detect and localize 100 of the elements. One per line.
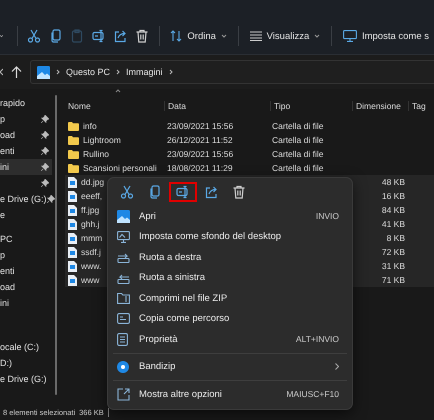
app-icon [117, 360, 129, 373]
scrollbar[interactable] [55, 95, 57, 395]
list-icon [250, 31, 262, 41]
chevron-down-icon [220, 34, 227, 38]
column-header[interactable]: Tipo [271, 101, 353, 111]
sidebar-item[interactable]: ocale (C:) [0, 339, 52, 355]
menu-item[interactable]: Ruota a destra [113, 247, 347, 268]
address-bar[interactable]: Questo PC Immagini [30, 60, 434, 84]
menu-item[interactable]: Comprimi nel file ZIP [113, 288, 347, 308]
sidebar-item[interactable]: oad [0, 279, 52, 295]
sidebar-item[interactable]: p [0, 247, 52, 263]
menu-item[interactable]: Ruota a sinistra [113, 268, 347, 288]
file-row[interactable]: Rullino 23/09/2021 15:56 Cartella di file [65, 147, 434, 161]
menu-item[interactable]: Apri INVIO [113, 206, 347, 226]
file-row[interactable]: Lightroom 26/12/2021 11:52 Cartella di file [65, 133, 434, 147]
shortcut-label: MAIUSC+F10 [286, 389, 339, 400]
breadcrumb[interactable]: Questo PC [66, 67, 110, 77]
sidebar-item[interactable]: ini [0, 295, 52, 311]
sidebar-item[interactable]: D:) [0, 355, 52, 371]
file-row[interactable]: Scansioni personali 18/08/2021 11:29 Cartella di file [65, 161, 434, 175]
sidebar-item[interactable]: ini [0, 159, 52, 175]
rename-icon [176, 185, 190, 199]
folder-icon [68, 122, 79, 130]
menu-item[interactable]: Imposta come sfondo del desktop [113, 226, 347, 247]
clipboard-icon [70, 29, 84, 43]
view-menu-button[interactable]: Visualizza [244, 24, 326, 48]
shortcut-label: INVIO [316, 211, 339, 222]
sidebar-item[interactable]: e Drive (G:) [0, 371, 52, 387]
chevron-right-icon [56, 69, 60, 75]
breadcrumb[interactable]: Immagini [126, 67, 163, 77]
menu-label: Imposta come s [362, 30, 430, 42]
share-icon [113, 29, 128, 43]
menu-item[interactable]: Mostra altre opzioni MAIUSC+F10 [113, 380, 347, 404]
menu-item[interactable]: Bandizip [113, 352, 347, 377]
column-header[interactable]: Nome [65, 101, 165, 111]
folder-icon [68, 136, 79, 144]
sidebar-item[interactable]: enti [0, 143, 52, 159]
file-name: Scansioni personali [83, 163, 157, 173]
file-date: 23/09/2021 15:56 [167, 149, 234, 159]
file-name: info [83, 121, 97, 131]
wallpaper-button[interactable]: Imposta come s [338, 24, 434, 48]
file-date: 26/12/2021 11:52 [167, 135, 233, 145]
sidebar-item[interactable]: e Drive (G:) [0, 191, 52, 207]
file-name: ssdf.j [81, 247, 101, 257]
file-type: Cartella di file [272, 135, 324, 145]
file-name: Lightroom [83, 135, 121, 145]
monitor-icon [117, 230, 130, 243]
pin-icon [41, 131, 49, 139]
pin-icon [41, 179, 49, 187]
monitor-icon [342, 30, 357, 42]
sidebar-item[interactable]: rapido [0, 95, 52, 111]
column-header[interactable]: Dimensione [353, 101, 409, 111]
share-icon [204, 185, 218, 199]
menu-label: Visualizza [266, 30, 310, 42]
sidebar-item[interactable]: p [0, 111, 52, 127]
file-name: ff.jpg [81, 205, 100, 215]
pin-icon [41, 115, 49, 123]
chevron-down-icon [314, 34, 320, 38]
image-file-icon [68, 232, 77, 244]
scissors-icon [120, 185, 134, 199]
scissors-icon [27, 29, 42, 43]
file-size: 48 KB [382, 177, 405, 187]
file-size: 16 KB [382, 191, 405, 201]
image-file-icon [68, 274, 77, 286]
sidebar-item[interactable]: oad [0, 127, 52, 143]
file-date: 23/09/2021 15:56 [167, 121, 234, 131]
trash-icon [232, 185, 246, 199]
file-name: www. [81, 261, 102, 271]
file-type: Cartella di file [272, 149, 324, 159]
folder-icon [68, 150, 79, 158]
pin-icon [41, 147, 49, 155]
zip-folder-icon [117, 292, 130, 304]
sort-menu-button[interactable]: Ordina [165, 24, 232, 48]
sidebar-item[interactable]: enti [0, 263, 52, 279]
menu-item[interactable]: Copia come percorso [113, 308, 347, 329]
sidebar-item[interactable]: PC [0, 231, 52, 247]
up-arrow-icon[interactable] [11, 66, 22, 78]
chevron-right-icon [335, 363, 339, 370]
rename-icon [92, 29, 106, 43]
file-size: 71 KB [382, 275, 405, 285]
file-size: 31 KB [382, 261, 405, 271]
menu-action-button[interactable] [169, 182, 197, 202]
image-file-icon [68, 176, 77, 188]
file-date: 18/08/2021 11:29 [167, 163, 233, 173]
pin-icon [41, 163, 49, 171]
sidebar-item[interactable]: e [0, 207, 52, 223]
chevron-right-icon [168, 69, 173, 75]
shortcut-label: ALT+INVIO [296, 334, 339, 344]
file-size: 41 KB [382, 219, 405, 229]
folder-icon [68, 164, 79, 172]
image-file-icon [68, 246, 77, 258]
file-name: Rullino [83, 149, 109, 159]
path-icon [117, 313, 130, 324]
file-row[interactable]: info 23/09/2021 15:56 Cartella di file [65, 119, 434, 133]
column-header[interactable]: Data [165, 101, 271, 111]
column-header[interactable]: Tag [409, 101, 434, 111]
rotate-left-icon [117, 272, 130, 284]
menu-label: Ordina [187, 30, 216, 42]
menu-item[interactable]: Proprietà ALT+INVIO [113, 329, 347, 350]
image-file-icon [68, 190, 77, 202]
